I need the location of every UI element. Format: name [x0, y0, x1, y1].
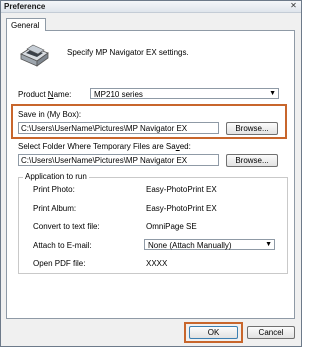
print-photo-label: Print Photo: [33, 185, 75, 194]
window-title: Preference [4, 2, 46, 11]
save-in-label: Save in (My Box): [18, 110, 82, 119]
chevron-down-icon: ▼ [269, 90, 276, 97]
temp-folder-browse-button[interactable]: Browse... [226, 154, 278, 167]
print-album-label: Print Album: [33, 204, 77, 213]
print-photo-value: Easy-PhotoPrint EX [146, 185, 217, 194]
title-bar: Preference ✕ [1, 1, 301, 13]
open-pdf-value: XXXX [146, 259, 168, 268]
save-in-browse-button[interactable]: Browse... [226, 122, 278, 135]
scanner-icon [20, 44, 49, 67]
temp-folder-path: C:\Users\UserName\Pictures\MP Navigator … [21, 156, 188, 165]
cancel-button[interactable]: Cancel [247, 326, 295, 339]
attach-email-label: Attach to E-mail: [33, 241, 92, 250]
print-album-value: Easy-PhotoPrint EX [146, 204, 217, 213]
temp-folder-label: Select Folder Where Temporary Files are … [18, 142, 191, 151]
header-text: Specify MP Navigator EX settings. [67, 48, 189, 57]
ok-button[interactable]: OK [189, 326, 238, 339]
tab-general-label: General [11, 21, 40, 30]
application-group-title: Application to run [23, 172, 89, 181]
attach-email-value: None (Attach Manually) [148, 241, 232, 250]
save-in-path-field[interactable]: C:\Users\UserName\Pictures\MP Navigator … [18, 122, 219, 134]
save-in-path: C:\Users\UserName\Pictures\MP Navigator … [21, 124, 188, 133]
convert-text-label: Convert to text file: [33, 222, 100, 231]
product-name-value: MP210 series [94, 90, 143, 99]
temp-folder-path-field[interactable]: C:\Users\UserName\Pictures\MP Navigator … [18, 154, 219, 166]
preference-dialog: Preference ✕ General Specify MP Navigato… [0, 0, 302, 347]
close-button[interactable]: ✕ [289, 2, 298, 10]
convert-text-value: OmniPage SE [146, 222, 197, 231]
chevron-down-icon: ▼ [265, 241, 272, 248]
product-name-label: Product Name: [18, 90, 72, 99]
tab-general[interactable]: General [6, 18, 46, 31]
product-name-select[interactable]: MP210 series ▼ [90, 88, 279, 99]
attach-email-select[interactable]: None (Attach Manually) ▼ [144, 239, 275, 250]
open-pdf-label: Open PDF file: [33, 259, 86, 268]
